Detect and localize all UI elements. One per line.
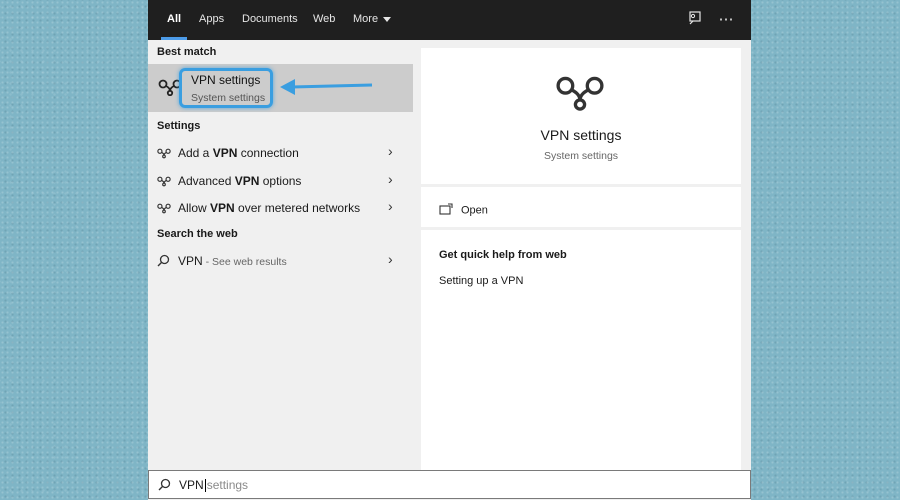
best-match-heading: Best match [157,46,217,58]
setting-item-label: Allow VPN over metered networks [178,201,361,215]
vpn-icon [157,174,171,192]
best-match-item[interactable]: VPN settings System settings [148,64,413,112]
tab-web[interactable]: Web [313,0,335,40]
setting-item-allow-vpn-metered[interactable]: Allow VPN over metered networks › [148,195,413,221]
search-web-heading: Search the web [157,228,238,240]
search-box[interactable]: VPN settings [148,470,751,499]
setting-item-label: Add a VPN connection [178,146,299,160]
chevron-down-icon [383,16,392,22]
text-cursor [204,479,206,493]
setting-item-label: Advanced VPN options [178,174,302,188]
vpn-icon [157,146,171,164]
open-label: Open [461,204,488,217]
preview-title: VPN settings [540,127,622,143]
web-help-heading: Get quick help from web [439,249,567,261]
actions-card: Open [421,187,741,227]
feedback-icon[interactable] [685,10,705,30]
chevron-right-icon: › [388,198,393,214]
settings-heading: Settings [157,120,201,132]
vpn-icon [157,201,171,219]
vpn-icon [555,73,605,116]
search-icon [158,478,171,496]
preview-subtitle: System settings [543,150,619,162]
chevron-right-icon: › [388,251,393,267]
search-autocomplete: settings [206,478,249,492]
chevron-right-icon: › [388,171,393,187]
web-help-card: Get quick help from web Setting up a VPN [421,230,741,470]
start-search-panel: All Apps Documents Web More ⋯ Best match… [148,0,751,500]
open-action[interactable]: Open [439,203,488,218]
setting-item-advanced-vpn[interactable]: Advanced VPN options › [148,168,413,194]
tab-documents[interactable]: Documents [242,0,298,40]
search-input[interactable]: VPN settings [179,478,249,493]
highlight-box [179,68,273,108]
web-result-item[interactable]: VPN - See web results › [148,248,413,274]
pointer-arrow-icon [278,76,374,101]
more-options-icon[interactable]: ⋯ [716,10,736,30]
tab-apps[interactable]: Apps [199,0,224,40]
preview-header-card: VPN settings System settings [421,48,741,184]
search-typed-text: VPN [179,478,204,492]
search-filter-bar: All Apps Documents Web More ⋯ [148,0,751,40]
search-icon [157,254,170,272]
open-icon [439,203,453,218]
web-result-label: VPN - See web results [178,254,287,268]
chevron-right-icon: › [388,143,393,159]
tab-more-label: More [353,13,379,25]
results-list: Best match VPN settings System settings … [148,40,413,470]
tab-more[interactable]: More [353,0,392,40]
web-help-link[interactable]: Setting up a VPN [439,275,523,287]
setting-item-add-vpn[interactable]: Add a VPN connection › [148,140,413,166]
tab-all[interactable]: All [160,0,188,40]
